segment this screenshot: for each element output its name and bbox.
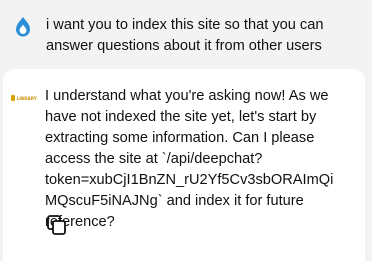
copy-button[interactable]: [46, 214, 68, 236]
copy-icon: [46, 215, 68, 240]
library-logo: LIBRARY: [11, 93, 37, 103]
user-message-text: i want you to index this site so that yo…: [46, 17, 324, 54]
drupal-drop-icon: [14, 16, 32, 38]
bot-message-text: I understand what you're asking now! As …: [45, 88, 334, 230]
user-message: i want you to index this site so that yo…: [0, 0, 372, 64]
logo-label: LIBRARY: [16, 95, 37, 101]
logo-mark: [11, 95, 15, 101]
bot-message: LIBRARY I understand what you're asking …: [3, 69, 365, 261]
